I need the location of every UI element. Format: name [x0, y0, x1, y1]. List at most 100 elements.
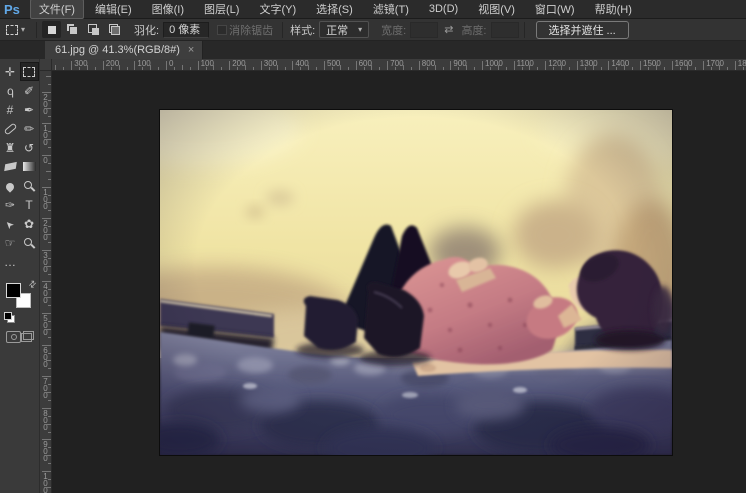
height-input[interactable]: [491, 22, 519, 38]
crop-tool-icon: #: [7, 104, 14, 116]
antialias-label: 消除锯齿: [229, 22, 273, 38]
style-value: 正常: [326, 22, 348, 38]
document-tab[interactable]: 61.jpg @ 41.3%(RGB/8#) ×: [45, 41, 203, 59]
width-input[interactable]: [410, 22, 438, 38]
type-tool-icon: T: [25, 199, 32, 211]
menu-image[interactable]: 图像(I): [143, 0, 193, 19]
new-selection-button[interactable]: [42, 21, 61, 38]
quick-selection-tool[interactable]: ✐: [20, 81, 39, 100]
menu-bar: Ps 文件(F) 编辑(E) 图像(I) 图层(L) 文字(Y) 选择(S) 滤…: [0, 0, 746, 19]
hand-tool-icon: ☞: [5, 237, 16, 249]
vertical-ruler[interactable]: 2 0 01 0 001 0 02 0 03 0 04 0 05 0 06 0 …: [40, 71, 52, 493]
feather-input[interactable]: 0 像素: [163, 22, 209, 38]
edit-toolbar-icon: …: [4, 256, 16, 268]
zoom-tool[interactable]: [20, 233, 39, 252]
style-label: 样式:: [290, 22, 315, 38]
menu-view[interactable]: 视图(V): [469, 0, 524, 19]
screen-mode-button[interactable]: [21, 331, 34, 342]
menu-filter[interactable]: 滤镜(T): [364, 0, 418, 19]
type-tool[interactable]: T: [20, 195, 39, 214]
foreground-color-swatch[interactable]: [6, 283, 21, 298]
workspace: 3002001000100200300400500600700800900100…: [40, 59, 746, 493]
menu-layer[interactable]: 图层(L): [195, 0, 248, 19]
subtract-from-selection-button[interactable]: [84, 21, 103, 38]
move-tool[interactable]: ✛: [1, 62, 20, 81]
blur-tool[interactable]: [1, 176, 20, 195]
eyedropper-tool-icon: ✒: [24, 104, 34, 116]
antialias-checkbox[interactable]: [217, 25, 227, 35]
menu-file[interactable]: 文件(F): [30, 0, 84, 19]
history-brush-tool-icon: ↺: [24, 142, 34, 154]
close-icon[interactable]: ×: [188, 44, 194, 56]
spot-healing-brush-tool[interactable]: [1, 119, 20, 138]
color-swatches: ⇄: [0, 281, 40, 319]
options-bar: ▾ 羽化: 0 像素 消除锯齿 样式: 正常 ▾ 宽度: ⇄ 高度: 选择并遮住…: [0, 19, 746, 41]
menu-help[interactable]: 帮助(H): [586, 0, 641, 19]
quick-mask-button[interactable]: [6, 331, 21, 343]
divider: [36, 22, 37, 38]
swap-colors-icon[interactable]: ⇄: [27, 278, 40, 291]
tool-preset-picker[interactable]: ▾: [0, 25, 31, 35]
height-label: 高度:: [461, 22, 486, 38]
chevron-down-icon: ▾: [358, 25, 362, 34]
history-brush-tool[interactable]: ↺: [20, 138, 39, 157]
document-image[interactable]: [160, 110, 672, 455]
feather-label: 羽化:: [134, 22, 159, 38]
photoshop-logo: Ps: [0, 2, 28, 17]
crop-tool[interactable]: #: [1, 100, 20, 119]
quick-selection-tool-icon: ✐: [24, 85, 34, 97]
clone-stamp-tool[interactable]: ♜: [1, 138, 20, 157]
width-label: 宽度:: [381, 22, 406, 38]
gradient-tool[interactable]: [20, 157, 39, 176]
menu-window[interactable]: 窗口(W): [526, 0, 584, 19]
brush-tool-icon: ✏: [24, 123, 34, 135]
add-selection-icon: [67, 24, 78, 35]
new-selection-icon: [48, 26, 56, 34]
brush-tool[interactable]: ✏: [20, 119, 39, 138]
intersect-selection-icon: [109, 24, 120, 35]
dodge-tool[interactable]: [20, 176, 39, 195]
move-tool-icon: ✛: [5, 66, 15, 78]
lasso-tool[interactable]: ρ: [1, 81, 20, 100]
menu-edit[interactable]: 编辑(E): [86, 0, 141, 19]
menu-3d[interactable]: 3D(D): [420, 1, 467, 17]
gradient-tool-icon: [23, 162, 36, 171]
pen-tool[interactable]: ✑: [1, 195, 20, 214]
select-and-mask-button[interactable]: 选择并遮住 ...: [536, 21, 629, 39]
hand-tool[interactable]: ☞: [1, 233, 20, 252]
custom-shape-tool[interactable]: ✿: [20, 214, 39, 233]
path-selection-tool-icon: ➤: [3, 216, 17, 230]
document-tab-title: 61.jpg @ 41.3%(RGB/8#): [55, 44, 180, 56]
path-selection-tool[interactable]: ➤: [1, 214, 20, 233]
canvas-area[interactable]: [52, 71, 746, 493]
divider: [282, 22, 283, 38]
rectangular-marquee-tool[interactable]: [20, 62, 39, 81]
quick-mask-icon: [11, 334, 17, 340]
blur-tool-icon: [4, 181, 15, 192]
style-select[interactable]: 正常 ▾: [319, 21, 369, 38]
tool-bar: ✛ ρ ✐ # ✒ ✏ ♜ ↺ ✑ T ➤ ✿ ☞ … ⇄: [0, 59, 40, 493]
edit-toolbar[interactable]: …: [1, 252, 20, 271]
custom-shape-tool-icon: ✿: [24, 218, 34, 230]
default-colors-icon[interactable]: [4, 312, 14, 322]
tab-bar: 61.jpg @ 41.3%(RGB/8#) ×: [0, 41, 746, 59]
intersect-selection-button[interactable]: [105, 21, 124, 38]
eyedropper-tool[interactable]: ✒: [20, 100, 39, 119]
spot-healing-brush-tool-icon: [3, 122, 17, 135]
swap-dimensions-icon[interactable]: ⇄: [444, 23, 453, 36]
chevron-down-icon: ▾: [21, 25, 25, 34]
ruler-origin-corner[interactable]: [40, 59, 52, 71]
horizontal-ruler[interactable]: 3002001000100200300400500600700800900100…: [52, 59, 746, 71]
pen-tool-icon: ✑: [5, 199, 15, 211]
eraser-tool[interactable]: [1, 157, 20, 176]
divider: [524, 22, 525, 38]
rectangular-marquee-tool-icon: [23, 67, 35, 77]
add-to-selection-button[interactable]: [63, 21, 82, 38]
subtract-selection-icon: [88, 24, 99, 35]
rectangular-marquee-icon: [6, 25, 18, 35]
zoom-tool-icon: [24, 238, 32, 246]
menu-select[interactable]: 选择(S): [307, 0, 362, 19]
eraser-tool-icon: [4, 162, 17, 171]
photoshop-window: Ps 文件(F) 编辑(E) 图像(I) 图层(L) 文字(Y) 选择(S) 滤…: [0, 0, 746, 493]
menu-type[interactable]: 文字(Y): [250, 0, 305, 19]
